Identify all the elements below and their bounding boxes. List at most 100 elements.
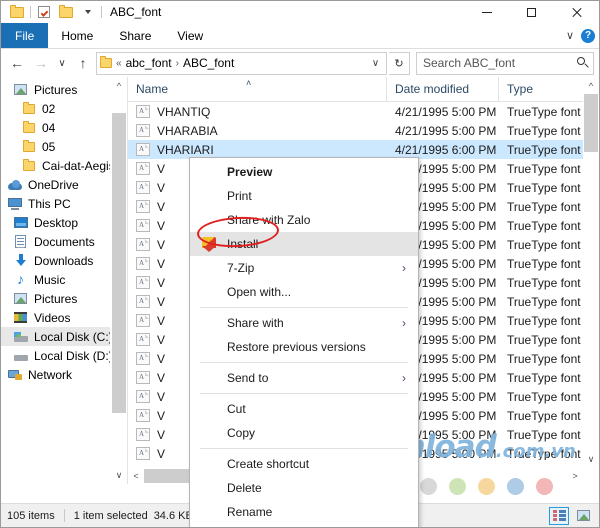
recent-locations-button[interactable]: ∨ [54,52,70,74]
tab-home[interactable]: Home [48,23,106,48]
menu-item-create-shortcut[interactable]: Create shortcut [190,452,418,476]
column-header-name[interactable]: Name ˄ [128,77,386,101]
search-box[interactable] [416,51,594,75]
scroll-up-arrow[interactable]: ^ [583,77,599,94]
up-button[interactable]: ↑ [72,52,94,74]
truetype-font-icon [136,181,150,194]
search-icon[interactable] [577,57,589,69]
tab-file[interactable]: File [1,23,49,48]
address-bar[interactable]: « abc_font › ABC_font ∨ [96,51,387,75]
vscroll-track[interactable] [583,94,599,451]
table-row[interactable]: VHANTIQ4/21/1995 5:00 PMTrueType font f [128,102,599,121]
menu-item-restore-previous-versions[interactable]: Restore previous versions [190,335,418,359]
window-title: ABC_font [110,5,162,19]
sidebar-item-pictures[interactable]: Pictures✒ [1,80,127,99]
details-view-button[interactable] [549,506,569,525]
menu-item-install[interactable]: Install [190,232,418,256]
chevron-right-icon: › [402,316,406,330]
menu-item-share-with-zalo[interactable]: Share with Zalo [190,208,418,232]
sidebar-item-cai-dat-aegisub[interactable]: Cai-dat-Aegisub [1,156,127,175]
truetype-font-icon [136,124,150,137]
menu-item-cut[interactable]: Cut [190,397,418,421]
close-button[interactable] [554,1,599,23]
tab-view[interactable]: View [164,23,216,48]
menu-item-share-with[interactable]: Share with › [190,311,418,335]
scroll-down-arrow[interactable]: ∨ [111,467,127,484]
breadcrumb-item-ABC-font[interactable]: ABC_font [183,56,234,70]
file-name: V [157,427,166,442]
sidebar-item-02[interactable]: 02 [1,99,127,118]
sidebar-item-videos[interactable]: Videos [1,308,127,327]
status-selection: 1 item selected [73,509,148,522]
sidebar-item-onedrive[interactable]: OneDrive [1,175,127,194]
file-name: V [157,370,166,385]
forward-button[interactable]: → [30,52,52,74]
chevron-down-icon[interactable]: ∨ [566,29,574,42]
tab-share[interactable]: Share [106,23,164,48]
maximize-button[interactable] [509,1,554,23]
quick-access-toolbar: ABC_font [1,1,161,23]
sidebar-item-label: Videos [34,310,71,325]
minimize-button[interactable] [464,1,509,23]
scroll-up-arrow[interactable]: ^ [111,77,127,94]
menu-item-delete[interactable]: Delete [190,476,418,500]
menu-separator [200,307,408,308]
sidebar-item-downloads[interactable]: Downloads [1,251,127,270]
scroll-right-arrow[interactable]: > [567,468,583,484]
breadcrumb-item-abc-font[interactable]: abc_font [126,56,172,70]
menu-separator [200,362,408,363]
sort-ascending-icon: ˄ [246,78,252,88]
file-name: V [157,389,166,404]
nav-scroll-thumb[interactable] [112,113,126,413]
sidebar-item-documents[interactable]: Documents [1,232,127,251]
this-pc-icon [7,197,22,211]
sidebar-item-05[interactable]: 05 [1,137,127,156]
breadcrumb-overflow[interactable]: « [116,58,122,69]
column-header-name-label: Name [136,82,169,96]
file-list-vertical-scrollbar[interactable]: ^ ∨ [583,77,599,468]
menu-item-preview[interactable]: Preview [190,160,418,184]
menu-item-label: Share with [227,316,284,330]
sidebar-item-local-disk-d[interactable]: Local Disk (D:) [1,346,127,365]
new-folder-icon[interactable] [55,1,77,23]
sidebar-item-this-pc[interactable]: This PC [1,194,127,213]
sidebar-item-04[interactable]: 04 [1,118,127,137]
vscroll-thumb[interactable] [584,94,598,152]
menu-item-copy[interactable]: Copy [190,421,418,445]
sidebar-item-music[interactable]: ♪ Music [1,270,127,289]
nav-scrollbar[interactable]: ^ ∨ [110,77,127,484]
breadcrumb-separator[interactable]: › [176,58,179,69]
chevron-down-icon[interactable]: ∨ [368,58,383,69]
scroll-down-arrow[interactable]: ∨ [583,451,599,468]
menu-item-open-with[interactable]: Open with... [190,280,418,304]
file-name: V [157,446,166,461]
folder-icon[interactable] [6,1,28,23]
help-icon[interactable]: ? [581,28,595,43]
menu-item-send-to[interactable]: Send to › [190,366,418,390]
large-icons-view-icon [576,510,590,521]
checkbox-icon[interactable] [33,1,55,23]
file-name-cell: VHANTIQ [128,105,386,119]
chevron-down-icon[interactable] [77,1,99,23]
sidebar-item-pictures[interactable]: Pictures [1,289,127,308]
back-button[interactable]: ← [6,52,28,74]
truetype-font-icon [136,390,150,403]
truetype-font-icon [136,257,150,270]
truetype-font-icon [136,314,150,327]
menu-item-print[interactable]: Print [190,184,418,208]
search-input[interactable] [421,55,577,71]
scroll-left-arrow[interactable]: < [128,468,144,484]
truetype-font-icon [136,219,150,232]
large-icons-view-button[interactable] [573,507,593,525]
refresh-button[interactable]: ↻ [389,51,410,75]
music-icon: ♪ [17,271,24,287]
menu-item-7-zip[interactable]: 7-Zip › [190,256,418,280]
column-header-date-modified[interactable]: Date modified [386,77,498,101]
sidebar-item-network[interactable]: Network [1,365,127,384]
sidebar-item-desktop[interactable]: Desktop [1,213,127,232]
table-row[interactable]: VHARABIA4/21/1995 5:00 PMTrueType font f [128,121,599,140]
nav-scroll-track[interactable] [111,94,127,467]
menu-item-rename[interactable]: Rename [190,500,418,524]
sidebar-item-local-disk-c[interactable]: Local Disk (C:) [1,327,127,346]
zalo-icon [202,213,217,228]
